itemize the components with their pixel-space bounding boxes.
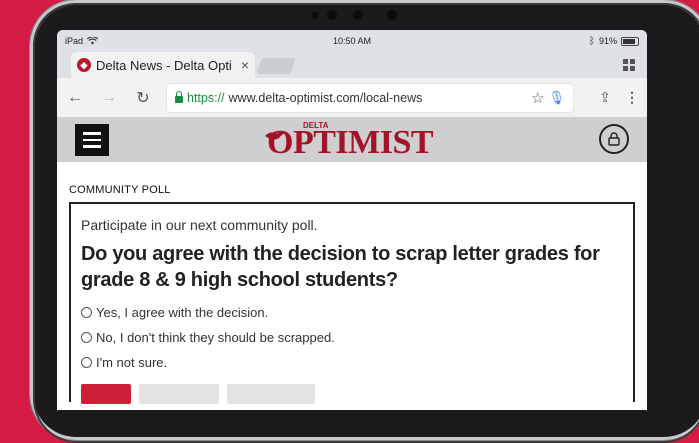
battery-percentage: 91%: [598, 36, 617, 46]
clock: 10:50 AM: [332, 36, 372, 46]
vote-button[interactable]: [81, 384, 131, 404]
url-scheme: https://: [187, 90, 225, 105]
battery-icon: [621, 36, 639, 46]
reload-icon[interactable]: ↻: [133, 88, 153, 108]
logo-optimist-text: OPTIMIST: [267, 124, 434, 161]
back-arrow-icon[interactable]: ←: [65, 89, 85, 107]
light-sensor-icon: [370, 13, 374, 17]
close-tab-icon[interactable]: ×: [241, 57, 249, 73]
bluetooth-icon: ᛒ: [588, 35, 595, 47]
browser-toolbar: ← → ↻ https:// www.delta-optimist.com/lo…: [57, 78, 647, 118]
forward-arrow-icon[interactable]: →: [99, 89, 119, 107]
option-label: No, I don't think they should be scrappe…: [96, 330, 335, 345]
status-bar: iPad 10:50 AM ᛒ 91%: [57, 30, 647, 52]
more-menu-icon[interactable]: ⋮: [625, 89, 639, 106]
bird-logo-icon: [265, 131, 287, 140]
radio-button[interactable]: [81, 307, 92, 318]
view-results-button[interactable]: [139, 384, 219, 404]
new-tab-button[interactable]: [256, 58, 296, 74]
tab-title: Delta News - Delta Opti: [96, 57, 232, 73]
radio-button[interactable]: [81, 332, 92, 343]
option-label: Yes, I agree with the decision.: [96, 305, 269, 320]
bookmark-star-icon[interactable]: ☆: [531, 89, 544, 107]
poll-option-no[interactable]: No, I don't think they should be scrappe…: [81, 330, 623, 345]
lock-icon: [175, 90, 183, 103]
site-favicon-icon: ◆: [77, 58, 91, 72]
site-logo[interactable]: DELTA OPTIMIST: [265, 121, 434, 161]
poll-option-not-sure[interactable]: I'm not sure.: [81, 355, 623, 370]
microphone-icon[interactable]: 🎙: [548, 90, 565, 106]
sensor-icon: [352, 9, 364, 21]
tab-switcher-icon[interactable]: [623, 59, 635, 71]
secondary-button[interactable]: [227, 384, 315, 404]
tab-bar: ◆ Delta News - Delta Opti ×: [57, 52, 647, 78]
radio-button[interactable]: [81, 357, 92, 368]
hamburger-menu-icon[interactable]: [75, 124, 109, 156]
camera-dot-icon: [310, 10, 320, 20]
device-label: iPad: [65, 36, 84, 46]
poll-widget: Participate in our next community poll. …: [69, 202, 635, 404]
logo-delta-text: DELTA: [303, 121, 329, 130]
section-label: COMMUNITY POLL: [69, 184, 171, 196]
poll-question: Do you agree with the decision to scrap …: [81, 243, 600, 291]
address-bar[interactable]: https:// www.delta-optimist.com/local-ne…: [167, 83, 573, 112]
poll-buttons: [81, 384, 623, 404]
tab-delta-news[interactable]: ◆ Delta News - Delta Opti ×: [71, 52, 255, 78]
account-icon[interactable]: [599, 124, 629, 154]
url-host: www.delta-optimist.com/local-news: [228, 90, 423, 105]
option-label: I'm not sure.: [96, 355, 168, 370]
wifi-icon: [87, 37, 99, 45]
share-icon[interactable]: ⇪: [599, 89, 611, 106]
page-content: COMMUNITY POLL Participate in our next c…: [57, 184, 647, 404]
poll-intro: Participate in our next community poll.: [81, 217, 318, 233]
camera-lens-icon: [326, 9, 338, 21]
lock-user-icon: [608, 132, 620, 146]
site-header: DELTA OPTIMIST: [57, 118, 647, 162]
tablet-screen: iPad 10:50 AM ᛒ 91% ◆ Delta News - Delta…: [57, 30, 647, 410]
poll-option-yes[interactable]: Yes, I agree with the decision.: [81, 305, 623, 320]
proximity-sensor-icon: [386, 9, 398, 21]
